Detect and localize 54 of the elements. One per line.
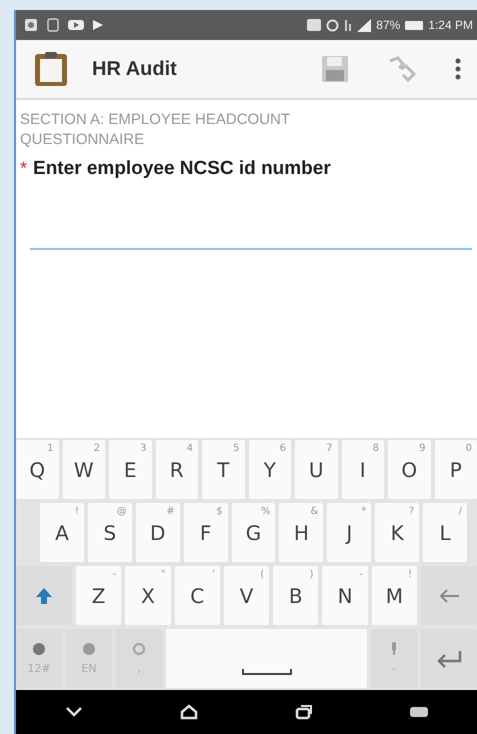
keyboard-key[interactable]: 4 R	[156, 440, 198, 499]
clipboard-icon	[34, 51, 68, 87]
recent-apps-icon	[295, 704, 314, 720]
keyboard-key[interactable]: 7 U	[295, 440, 338, 499]
menu-icon	[455, 58, 461, 80]
keyboard-key[interactable]: 3 E	[109, 440, 152, 499]
keyboard-key[interactable]: ! A	[40, 503, 84, 562]
clock: 1:24 PM	[428, 18, 473, 32]
keyboard-key[interactable]: # D	[136, 503, 180, 562]
keyboard-key[interactable]: & H	[279, 503, 324, 562]
home-icon	[180, 704, 198, 720]
keyboard-key[interactable]: ? K	[375, 503, 420, 562]
up-arrow-icon	[34, 586, 54, 606]
battery-icon	[405, 20, 424, 30]
keyboard-key[interactable]: / L	[423, 503, 468, 562]
keyboard-key[interactable]: ( V	[224, 566, 270, 625]
keyboard-key[interactable]: 2 W	[62, 440, 105, 499]
chevron-down-icon	[64, 706, 83, 718]
keyboard-key[interactable]: - N	[322, 566, 368, 625]
app-title: HR Audit	[92, 58, 177, 80]
camera-icon	[24, 18, 38, 32]
left-arrow-icon	[438, 588, 460, 604]
signal-icon	[357, 18, 372, 32]
keyboard-key[interactable]: $ F	[184, 503, 228, 562]
video-icon	[68, 19, 84, 31]
keyboard-key[interactable]: 6 Y	[248, 440, 291, 499]
keyboard-key[interactable]: 5 T	[202, 440, 244, 499]
shift-key[interactable]	[16, 566, 72, 625]
keyboard-key[interactable]: @ S	[88, 503, 132, 562]
battery-percentage: 87%	[376, 18, 400, 32]
enter-key[interactable]	[421, 629, 477, 688]
play-icon	[92, 19, 104, 31]
keyboard-key[interactable]: 9 O	[388, 440, 430, 499]
keyboard-key[interactable]: ' C	[174, 566, 220, 625]
section-heading: SECTION A: EMPLOYEE HEADCOUNT QUESTIONNAIRE	[20, 110, 291, 150]
question-label: Enter employee NCSC id number	[33, 158, 331, 180]
network-icon	[344, 18, 352, 32]
space-bar-icon	[242, 668, 292, 676]
keyboard-key[interactable]: % G	[232, 503, 276, 562]
keyboard-key[interactable]: * J	[327, 503, 372, 562]
keyboard-key[interactable]: ) B	[273, 566, 318, 625]
keyboard-key[interactable]: " X	[125, 566, 171, 625]
key-sublabel: ,	[137, 662, 141, 675]
keyboard-icon	[410, 707, 428, 717]
keyboard-key[interactable]: 0 P	[434, 440, 477, 499]
microphone-icon	[389, 642, 399, 656]
enter-icon	[435, 648, 463, 668]
keyboard-key[interactable]: - Z	[76, 566, 122, 625]
device-icon	[46, 18, 60, 32]
keyboard-key[interactable]: ! M	[372, 566, 417, 625]
key-sublabel: -	[392, 662, 396, 675]
keyboard-key[interactable]: 1 Q	[16, 440, 58, 499]
required-marker: *	[20, 158, 28, 179]
keyboard-key[interactable]: 8 I	[342, 440, 384, 499]
